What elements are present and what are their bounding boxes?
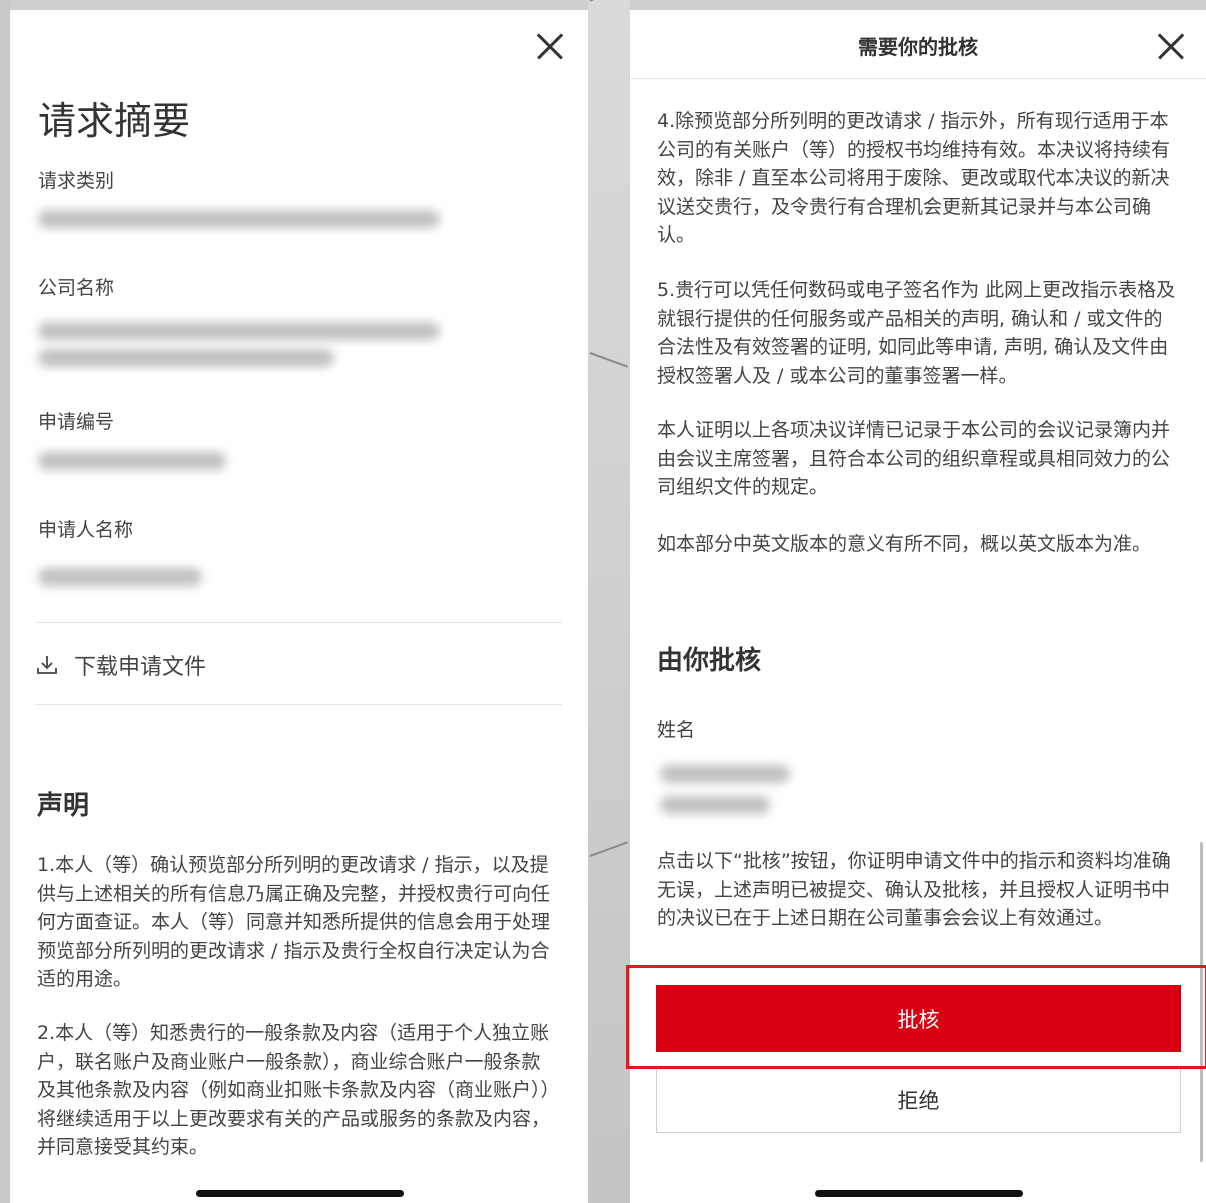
page-title: 请求摘要 — [38, 99, 191, 143]
company-name-value-redacted-line2 — [38, 349, 334, 367]
certification-paragraph: 本人证明以上各项决议详情已记录于本公司的会议记录簿内并由会议主席签署，且符合本公… — [657, 419, 1171, 498]
name-value-redacted — [660, 765, 790, 783]
close-icon[interactable] — [535, 32, 565, 62]
approve-by-you-heading: 由你批核 — [657, 646, 762, 676]
header-bar: 需要你的批核 — [630, 10, 1206, 79]
declaration-paragraph-1: 1.本人（等）确认预览部分所列明的更改请求 / 指示，以及提供与上述相关的所有信… — [37, 854, 551, 990]
reject-button[interactable]: 拒绝 — [656, 1067, 1181, 1133]
header-title: 需要你的批核 — [858, 35, 978, 59]
resolution-paragraph-5: 5.贵行可以凭任何数码或电子签名作为 此网上更改指示表格及就银行提供的任何服务或… — [657, 279, 1176, 387]
home-indicator — [196, 1190, 404, 1197]
name-value-redacted-line2 — [660, 796, 770, 814]
download-label: 下载申请文件 — [74, 655, 207, 680]
download-application-link[interactable]: 下载申请文件 — [36, 649, 206, 681]
request-type-label: 请求类别 — [38, 170, 115, 192]
home-indicator — [815, 1190, 1023, 1197]
name-label: 姓名 — [657, 719, 696, 741]
close-icon[interactable] — [1156, 32, 1186, 62]
confirmation-text: 点击以下“批核”按钮，你证明申请文件中的指示和资料均准确无误，上述声明已被提交、… — [657, 850, 1171, 929]
application-number-label: 申请编号 — [38, 411, 115, 433]
scrollbar[interactable] — [1200, 842, 1203, 1162]
company-name-value-redacted — [38, 322, 440, 340]
applicant-name-label: 申请人名称 — [38, 519, 134, 541]
divider — [36, 704, 562, 705]
declaration-heading: 声明 — [37, 791, 90, 821]
applicant-name-value-redacted — [38, 568, 202, 586]
declaration-paragraph-2: 2.本人（等）知悉贵行的一般条款及内容（适用于个人独立账户，联名账户及商业账户一… — [37, 1022, 551, 1158]
background-edge — [0, 0, 10, 1203]
application-number-value-redacted — [38, 452, 226, 470]
approve-button[interactable]: 批核 — [656, 985, 1181, 1052]
company-name-label: 公司名称 — [38, 277, 115, 299]
download-icon — [37, 656, 57, 674]
background-gap — [588, 0, 630, 1203]
language-note: 如本部分中英文版本的意义有所不同，概以英文版本为准。 — [657, 533, 1152, 555]
request-type-value-redacted — [38, 210, 440, 228]
request-summary-screen: 请求摘要 请求类别 公司名称 申请编号 申请人名称 下载申请文件 声明 1.本人… — [10, 10, 588, 1203]
approval-screen: 需要你的批核 4.除预览部分所列明的更改请求 / 指示外，所有现行适用于本公司的… — [630, 10, 1206, 1203]
divider — [36, 622, 562, 623]
resolution-paragraph-4: 4.除预览部分所列明的更改请求 / 指示外，所有现行适用于本公司的有关账户（等）… — [657, 110, 1171, 246]
